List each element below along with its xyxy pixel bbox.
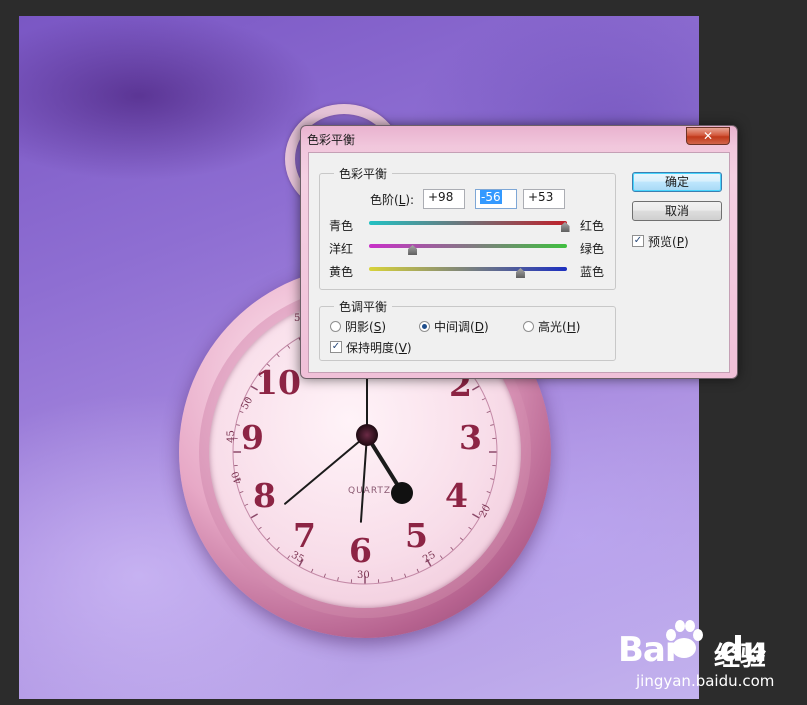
dial-tick	[450, 546, 454, 551]
numeral-4: 4	[445, 476, 468, 515]
dial-tick	[239, 491, 244, 494]
dial-tick	[244, 503, 249, 507]
dial-brand: QUARTZ	[348, 486, 392, 496]
levels-label: 色阶(L):	[370, 191, 414, 208]
preview-label-key: P	[676, 235, 684, 249]
numeral-9: 9	[241, 418, 264, 457]
dialog-client: 色彩平衡 色阶(L): +98 -56 +53 青色 红色 洋红 绿色 黄色 蓝…	[308, 152, 730, 373]
preview-checkbox[interactable]: ✓	[632, 235, 644, 247]
slider3-right-label: 蓝色	[580, 265, 605, 279]
cancel-button[interactable]: 取消	[632, 201, 722, 221]
baidu-jingyan-text: 经验	[714, 642, 767, 672]
dial-tick	[468, 526, 473, 530]
dial-tick	[239, 410, 244, 413]
level-cyan-red-input[interactable]: +98	[423, 189, 465, 209]
level-magenta-green-input[interactable]: -56	[475, 189, 517, 209]
dial-tick	[235, 424, 240, 426]
numeral-7: 7	[293, 516, 316, 555]
dial-tick	[490, 478, 495, 480]
cyan-red-slider[interactable]	[369, 221, 567, 225]
dial-tick	[416, 568, 420, 573]
numeral-10: 10	[255, 363, 301, 402]
dial-tick	[459, 537, 464, 541]
shadows-label[interactable]: 阴影(S)	[345, 318, 386, 335]
preview-label[interactable]: 预览(P)	[648, 233, 689, 250]
numeral-5: 5	[405, 516, 428, 555]
highlights-label[interactable]: 高光(H)	[538, 318, 580, 335]
numeral-8: 8	[253, 476, 276, 515]
highlights-label-key: H	[566, 320, 576, 334]
slider1-right-label: 红色	[580, 219, 605, 233]
dial-tick	[472, 385, 480, 391]
midtones-label[interactable]: 中间调(D)	[434, 318, 489, 335]
dial-tick	[486, 491, 491, 494]
magenta-green-slider[interactable]	[369, 244, 567, 248]
preserve-luminosity-text: 保持明度	[346, 341, 395, 355]
yellow-blue-slider[interactable]	[369, 267, 567, 271]
dial-tick	[257, 526, 262, 530]
slider3-left-label: 黄色	[329, 265, 354, 279]
dial-tick	[391, 577, 393, 582]
highlights-radio[interactable]	[523, 321, 534, 332]
slider2-left-label: 洋红	[329, 242, 354, 256]
tone-balance-group-label: 色调平衡	[334, 298, 393, 315]
shadows-radio[interactable]	[330, 321, 341, 332]
levels-label-prefix: 色阶(	[370, 193, 399, 207]
midtones-radio[interactable]	[419, 321, 430, 332]
preserve-luminosity-key: V	[398, 341, 407, 355]
close-button[interactable]: ✕	[686, 127, 730, 145]
baidu-url: jingyan.baidu.com	[636, 672, 775, 690]
hand-hub	[356, 424, 378, 446]
dial-tick	[276, 353, 280, 358]
color-balance-group: 色彩平衡	[319, 165, 616, 290]
dial-tick	[337, 577, 339, 582]
dialog-title: 色彩平衡	[307, 133, 356, 147]
color-balance-dialog[interactable]: 色彩平衡 ✕ 色彩平衡 色阶(L): +98 -56 +53 青色 红色 洋红 …	[300, 125, 738, 379]
dial-tick	[486, 410, 491, 413]
levels-label-suffix: ):	[405, 193, 415, 207]
midtones-label-text: 中间调	[434, 320, 471, 334]
minute-45: 45	[225, 430, 237, 443]
shadows-label-text: 阴影	[345, 320, 370, 334]
midtones-label-key: D	[474, 320, 484, 334]
slider1-left-label: 青色	[329, 219, 354, 233]
preserve-luminosity-label[interactable]: 保持明度(V)	[346, 339, 412, 356]
dial-tick	[439, 555, 443, 560]
numeral-3: 3	[459, 418, 482, 457]
minute-30: 30	[357, 570, 370, 581]
level-magenta-green-value: -56	[480, 190, 502, 204]
shadows-label-key: S	[373, 320, 382, 334]
baidu-logo-bai: Bai	[618, 630, 677, 670]
dial-tick	[481, 397, 486, 401]
dial-tick	[323, 573, 326, 578]
slider2-right-label: 绿色	[580, 242, 605, 256]
preview-label-text: 预览	[648, 235, 673, 249]
level-yellow-blue-input[interactable]: +53	[523, 189, 565, 209]
dial-tick	[310, 568, 314, 573]
dial-tick	[276, 546, 280, 551]
preserve-luminosity-checkbox[interactable]: ✓	[330, 341, 342, 353]
numeral-6: 6	[349, 531, 372, 570]
dial-tick	[490, 424, 495, 426]
highlights-label-text: 高光	[538, 320, 563, 334]
level-cyan-red-value: +98	[428, 190, 454, 204]
ok-button[interactable]: 确定	[632, 172, 722, 192]
dial-tick	[404, 573, 407, 578]
color-balance-group-label: 色彩平衡	[334, 165, 393, 182]
dial-tick	[266, 537, 271, 541]
dial-tick	[287, 344, 291, 349]
level-yellow-blue-value: +53	[528, 190, 554, 204]
